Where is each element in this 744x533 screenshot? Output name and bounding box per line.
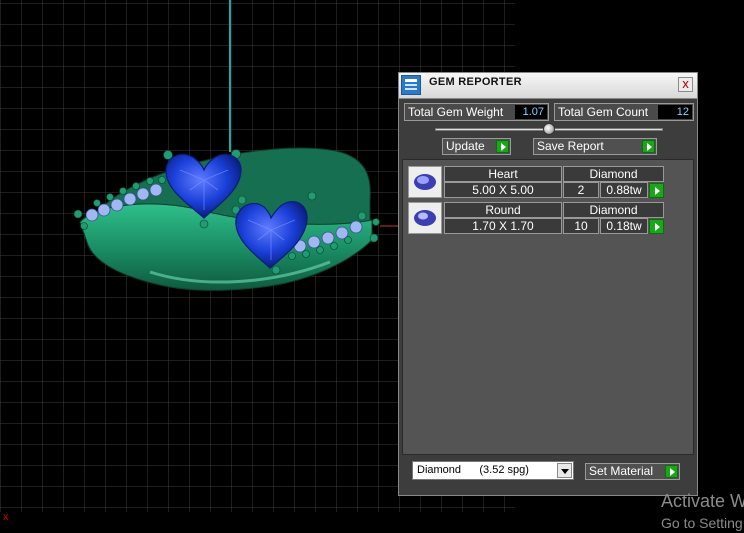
- origin-marker: x: [3, 511, 9, 523]
- play-arrow-icon: [642, 140, 655, 153]
- update-button-label: Update: [446, 139, 485, 153]
- save-report-button-label: Save Report: [537, 139, 604, 153]
- panel-title: GEM REPORTER: [429, 76, 522, 88]
- material-select-value: Diamond (3.52 spg): [417, 464, 529, 476]
- gem-reporter-icon: [401, 75, 421, 95]
- gem-shape: Heart: [444, 166, 562, 182]
- gem-reporter-panel: GEM REPORTER x Total Gem Weight 1.07 Tot…: [398, 72, 698, 496]
- activate-windows-title: Activate W: [661, 491, 744, 511]
- total-gem-weight-label: Total Gem Weight: [408, 105, 504, 119]
- total-gem-count-value: 12: [658, 105, 692, 119]
- update-button[interactable]: Update: [442, 138, 511, 155]
- gem-material: Diamond: [563, 166, 664, 182]
- total-gem-weight-box: Total Gem Weight 1.07: [404, 103, 549, 121]
- play-arrow-icon[interactable]: [649, 219, 664, 234]
- play-arrow-icon[interactable]: [649, 183, 664, 198]
- close-icon[interactable]: x: [678, 77, 693, 92]
- gem-material: Diamond: [563, 202, 664, 218]
- gem-list: Heart Diamond 5.00 X 5.00 2 0.88tw Round…: [402, 159, 694, 455]
- gem-weight: 0.18tw: [600, 218, 648, 234]
- set-material-button-label: Set Material: [589, 464, 654, 478]
- activate-windows-subtitle: Go to Setting: [661, 515, 743, 531]
- play-arrow-icon: [496, 140, 509, 153]
- slider-thumb[interactable]: [543, 123, 555, 135]
- gem-size: 5.00 X 5.00: [444, 182, 562, 198]
- heart-gem-icon: [408, 166, 442, 198]
- total-gem-count-label: Total Gem Count: [558, 105, 649, 119]
- save-report-button[interactable]: Save Report: [533, 138, 657, 155]
- dropdown-arrow-icon[interactable]: [557, 463, 572, 478]
- round-gem-icon: [408, 202, 442, 234]
- total-gem-weight-value: 1.07: [515, 105, 547, 119]
- gem-count: 10: [563, 218, 599, 234]
- material-select[interactable]: Diamond (3.52 spg): [412, 461, 574, 480]
- gem-list-item[interactable]: Round Diamond 1.70 X 1.70 10 0.18tw: [408, 202, 666, 234]
- gem-size: 1.70 X 1.70: [444, 218, 562, 234]
- gem-count: 2: [563, 182, 599, 198]
- set-material-button[interactable]: Set Material: [585, 463, 680, 480]
- gem-shape: Round: [444, 202, 562, 218]
- total-gem-count-box: Total Gem Count 12: [554, 103, 694, 121]
- gem-weight: 0.88tw: [600, 182, 648, 198]
- play-arrow-icon: [665, 465, 678, 478]
- gem-list-item[interactable]: Heart Diamond 5.00 X 5.00 2 0.88tw: [408, 166, 666, 198]
- panel-titlebar[interactable]: GEM REPORTER x: [399, 73, 697, 99]
